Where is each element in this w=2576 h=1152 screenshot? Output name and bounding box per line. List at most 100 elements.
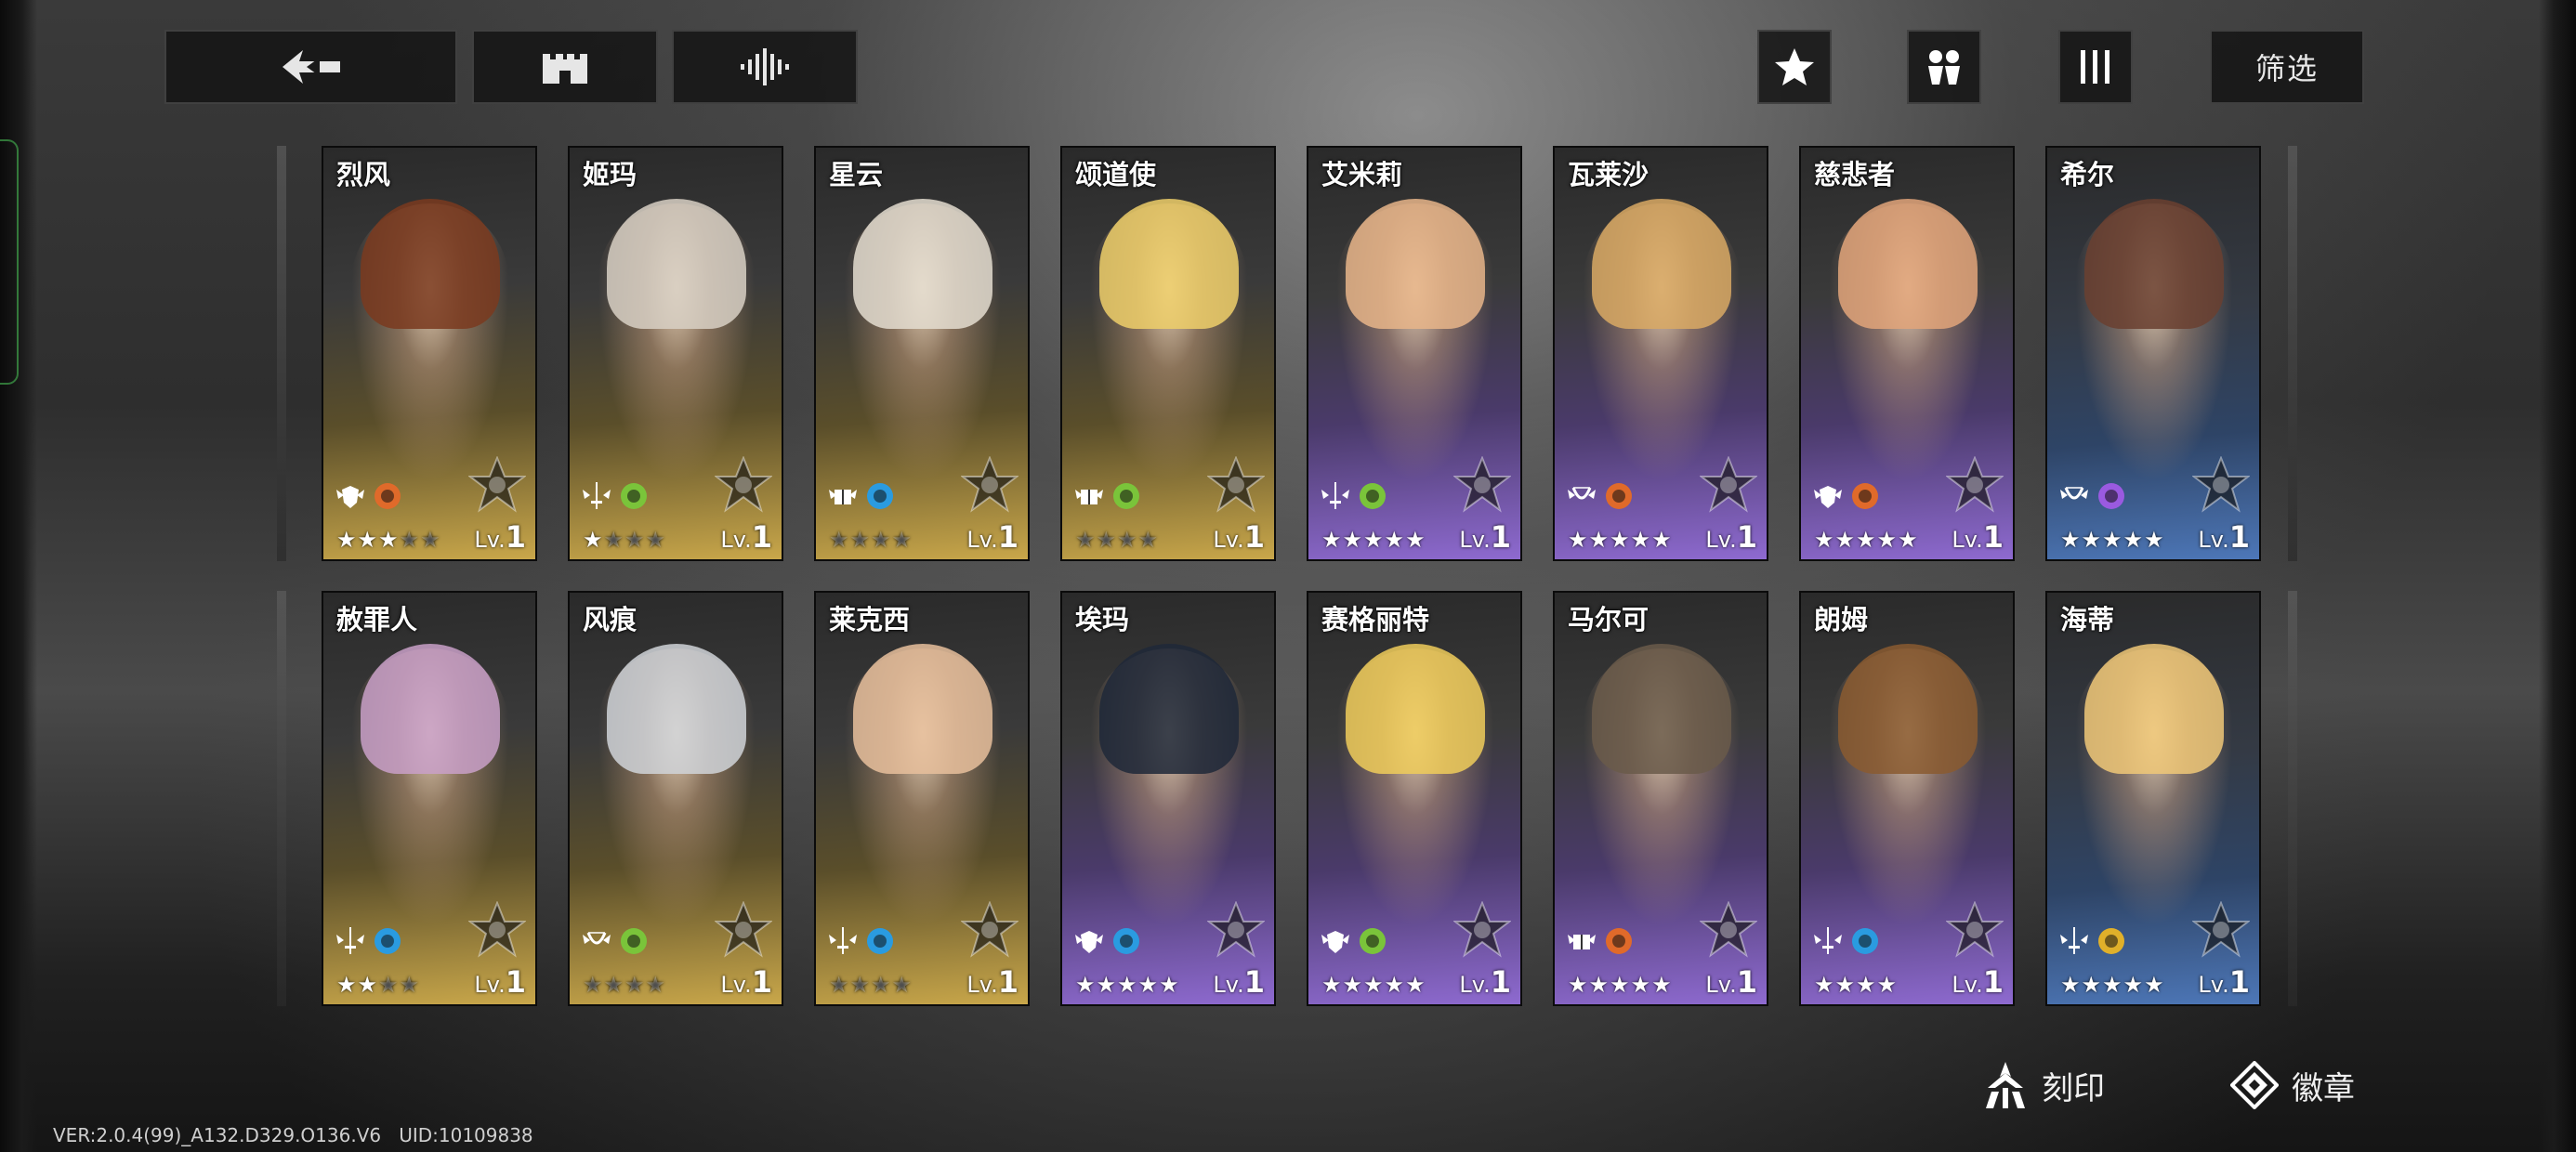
columns-view-button[interactable] xyxy=(2058,30,2133,104)
character-card[interactable]: 艾米莉 ★★★★★ Lv.1 xyxy=(1307,146,1522,561)
star-filled-icon: ★ xyxy=(1342,972,1364,998)
row-edge-right xyxy=(2288,146,2297,561)
character-level: Lv.1 xyxy=(474,964,526,1000)
star-rating: ★★★★★ xyxy=(2060,527,2165,553)
sword-wing-icon xyxy=(1812,925,1844,957)
sword-wing-icon xyxy=(827,925,859,957)
character-name: 希尔 xyxy=(2060,159,2115,190)
character-card[interactable]: 赛格丽特 ★★★★★ Lv.1 xyxy=(1307,591,1522,1006)
character-card[interactable]: 朗姆 ★★★★ Lv.1 xyxy=(1799,591,2015,1006)
star-filled-icon: ★ xyxy=(357,972,379,998)
level-value: 1 xyxy=(2228,964,2250,1000)
level-value: 1 xyxy=(505,964,526,1000)
character-name: 朗姆 xyxy=(1814,604,1869,635)
star-filled-icon: ★ xyxy=(357,527,379,553)
favorite-button[interactable] xyxy=(1757,30,1832,104)
character-card[interactable]: 慈悲者 ★★★★★ Lv.1 xyxy=(1799,146,2015,561)
character-card[interactable]: 风痕 ★★★★ Lv.1 xyxy=(568,591,783,1006)
star-filled-icon: ★ xyxy=(1384,972,1406,998)
character-card[interactable]: 姬玛 ★★★★ Lv.1 xyxy=(568,146,783,561)
star-rating: ★★★★ xyxy=(336,972,420,998)
star-empty-icon: ★ xyxy=(849,972,872,998)
character-hair xyxy=(1592,644,1731,774)
star-filled-icon: ★ xyxy=(1876,527,1899,553)
character-icons xyxy=(1812,480,1881,512)
star-filled-icon: ★ xyxy=(2060,972,2082,998)
bow-wing-icon xyxy=(1566,480,1597,512)
version-info: VER:2.0.4(99)_A132.D329.O136.V6 UID:1010… xyxy=(53,1124,533,1146)
level-label: Lv. xyxy=(1459,972,1491,998)
rank-emblem-icon xyxy=(2191,455,2251,514)
character-card[interactable]: 星云 ★★★★ Lv.1 xyxy=(814,146,1030,561)
filter-label: 筛选 xyxy=(2254,51,2319,86)
rank-emblem-icon xyxy=(1452,455,1512,514)
star-filled-icon: ★ xyxy=(1405,527,1426,553)
group-icon xyxy=(1928,50,1960,85)
level-value: 1 xyxy=(997,519,1019,555)
group-button[interactable] xyxy=(1907,30,1981,104)
star-filled-icon: ★ xyxy=(336,972,358,998)
nature-icon xyxy=(1111,480,1142,512)
back-button[interactable] xyxy=(164,30,457,104)
character-card[interactable]: 埃玛 ★★★★★ Lv.1 xyxy=(1060,591,1276,1006)
row-edge-left xyxy=(277,591,286,1006)
castle-button[interactable] xyxy=(472,30,658,104)
level-label: Lv. xyxy=(1459,527,1491,553)
shield-wing-icon xyxy=(335,480,366,512)
star-filled-icon: ★ xyxy=(1342,527,1364,553)
sort-icon xyxy=(741,48,789,85)
star-rating: ★★★★★ xyxy=(336,527,441,553)
star-filled-icon: ★ xyxy=(2144,972,2165,998)
sword-wing-icon xyxy=(1320,480,1351,512)
star-empty-icon: ★ xyxy=(583,972,604,998)
nature-icon xyxy=(1357,925,1388,957)
star-filled-icon: ★ xyxy=(1588,527,1610,553)
character-card[interactable]: 烈风 ★★★★★ Lv.1 xyxy=(322,146,537,561)
filter-button[interactable]: 筛选 xyxy=(2210,30,2364,104)
character-icons xyxy=(1073,925,1142,957)
water-icon xyxy=(864,480,896,512)
character-level: Lv.1 xyxy=(720,519,772,555)
character-hair xyxy=(1838,199,1978,329)
badge-button[interactable]: 徽章 xyxy=(2230,1054,2355,1116)
character-card[interactable]: 海蒂 ★★★★★ Lv.1 xyxy=(2045,591,2261,1006)
character-name: 星云 xyxy=(829,159,884,190)
character-card[interactable]: 赦罪人 ★★★★ Lv.1 xyxy=(322,591,537,1006)
star-rating: ★★★★★ xyxy=(1814,527,1919,553)
sort-button[interactable] xyxy=(672,30,858,104)
star-filled-icon: ★ xyxy=(2102,972,2123,998)
character-name: 颂道使 xyxy=(1075,159,1157,190)
star-filled-icon: ★ xyxy=(1630,972,1652,998)
character-card[interactable]: 马尔可 ★★★★★ Lv.1 xyxy=(1553,591,1768,1006)
character-name: 烈风 xyxy=(336,159,391,190)
character-card[interactable]: 希尔 ★★★★★ Lv.1 xyxy=(2045,146,2261,561)
row-edge-left xyxy=(277,146,286,561)
character-card[interactable]: 颂道使 ★★★★ Lv.1 xyxy=(1060,146,1276,561)
character-card[interactable]: 莱克西 ★★★★ Lv.1 xyxy=(814,591,1030,1006)
level-value: 1 xyxy=(751,964,772,1000)
level-label: Lv. xyxy=(966,527,998,553)
character-level: Lv.1 xyxy=(1705,519,1757,555)
engrave-button[interactable]: 刻印 xyxy=(1982,1054,2105,1116)
character-card[interactable]: 瓦莱沙 ★★★★★ Lv.1 xyxy=(1553,146,1768,561)
character-hair xyxy=(361,199,500,329)
star-rating: ★★★★ xyxy=(583,972,666,998)
left-border-decoration xyxy=(0,0,37,1152)
character-level: Lv.1 xyxy=(1459,964,1511,1000)
character-name: 姬玛 xyxy=(583,159,637,190)
character-name: 艾米莉 xyxy=(1321,159,1403,190)
character-icons xyxy=(581,925,650,957)
character-hair xyxy=(1592,199,1731,329)
tome-wing-icon xyxy=(827,480,859,512)
star-filled-icon: ★ xyxy=(1834,527,1857,553)
level-value: 1 xyxy=(751,519,772,555)
star-filled-icon: ★ xyxy=(1363,972,1385,998)
star-empty-icon: ★ xyxy=(399,527,421,553)
star-filled-icon: ★ xyxy=(1321,527,1343,553)
character-name: 赛格丽特 xyxy=(1321,604,1430,635)
shield-wing-icon xyxy=(1073,925,1105,957)
character-icons xyxy=(1320,925,1388,957)
star-empty-icon: ★ xyxy=(1096,527,1118,553)
level-value: 1 xyxy=(1490,519,1511,555)
character-hair xyxy=(1346,644,1485,774)
